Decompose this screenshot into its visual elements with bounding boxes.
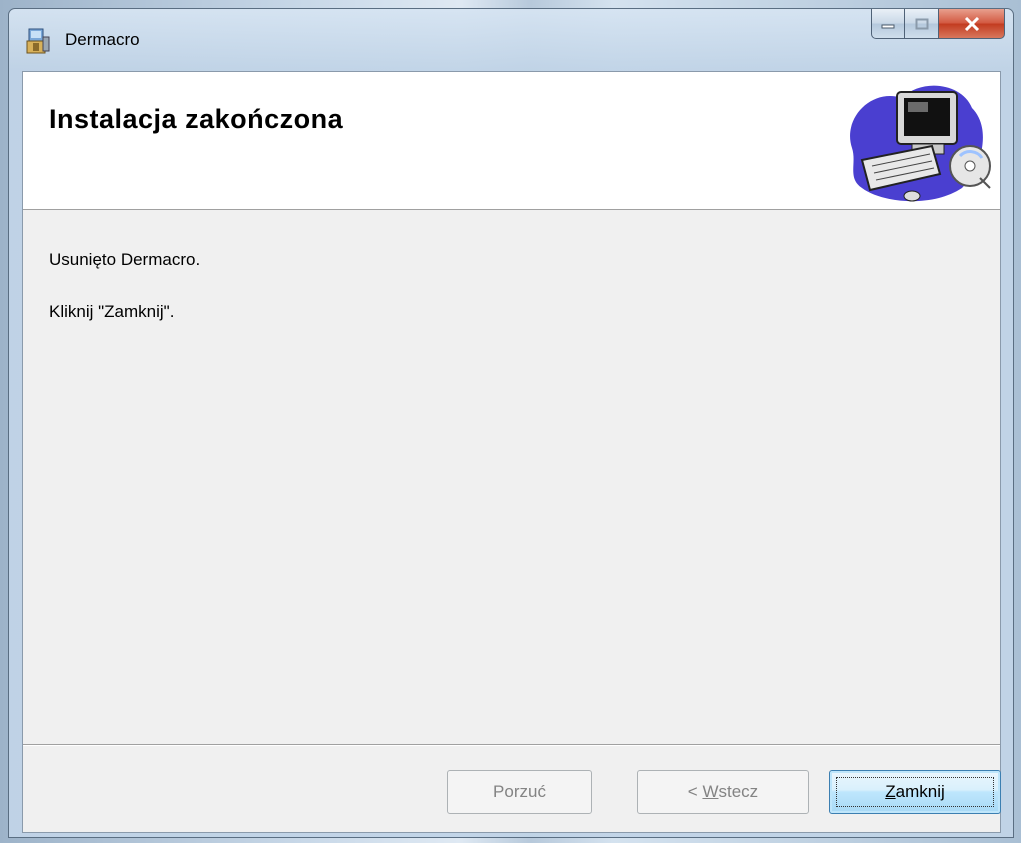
header-banner: Instalacja zakończona — [23, 72, 1000, 210]
close-button[interactable]: Zamknij — [829, 770, 1001, 814]
cancel-button[interactable]: Porzuć — [447, 770, 592, 814]
back-button-mnemonic: W — [702, 782, 719, 801]
title-bar[interactable]: Dermacro — [9, 9, 1013, 71]
cancel-button-label: Porzuć — [493, 782, 546, 801]
close-icon — [964, 16, 979, 31]
back-button-label: stecz — [718, 782, 759, 801]
computer-with-disc-icon — [850, 85, 991, 202]
minimize-button[interactable] — [871, 9, 905, 39]
dialog-client-area: Instalacja zakończona Usunięto Dermacro.… — [22, 71, 1001, 833]
installer-window: Dermacro Instalacja zakończona Usunięto … — [8, 8, 1014, 838]
status-message: Usunięto Dermacro. — [49, 250, 201, 269]
installer-app-icon[interactable] — [25, 27, 51, 55]
focus-rectangle — [836, 777, 994, 807]
close-window-button[interactable] — [939, 9, 1005, 39]
caption-buttons — [871, 9, 1005, 39]
minimize-icon — [881, 24, 895, 28]
instruction-message: Kliknij "Zamknij". — [49, 302, 175, 321]
maximize-icon — [915, 18, 928, 29]
back-button[interactable]: < Wstecz — [637, 770, 809, 814]
back-button-prefix: < — [687, 782, 703, 801]
window-title: Dermacro — [65, 30, 140, 49]
page-title: Instalacja zakończona — [49, 104, 344, 134]
footer-divider — [23, 744, 1000, 746]
maximize-button[interactable] — [905, 9, 939, 39]
